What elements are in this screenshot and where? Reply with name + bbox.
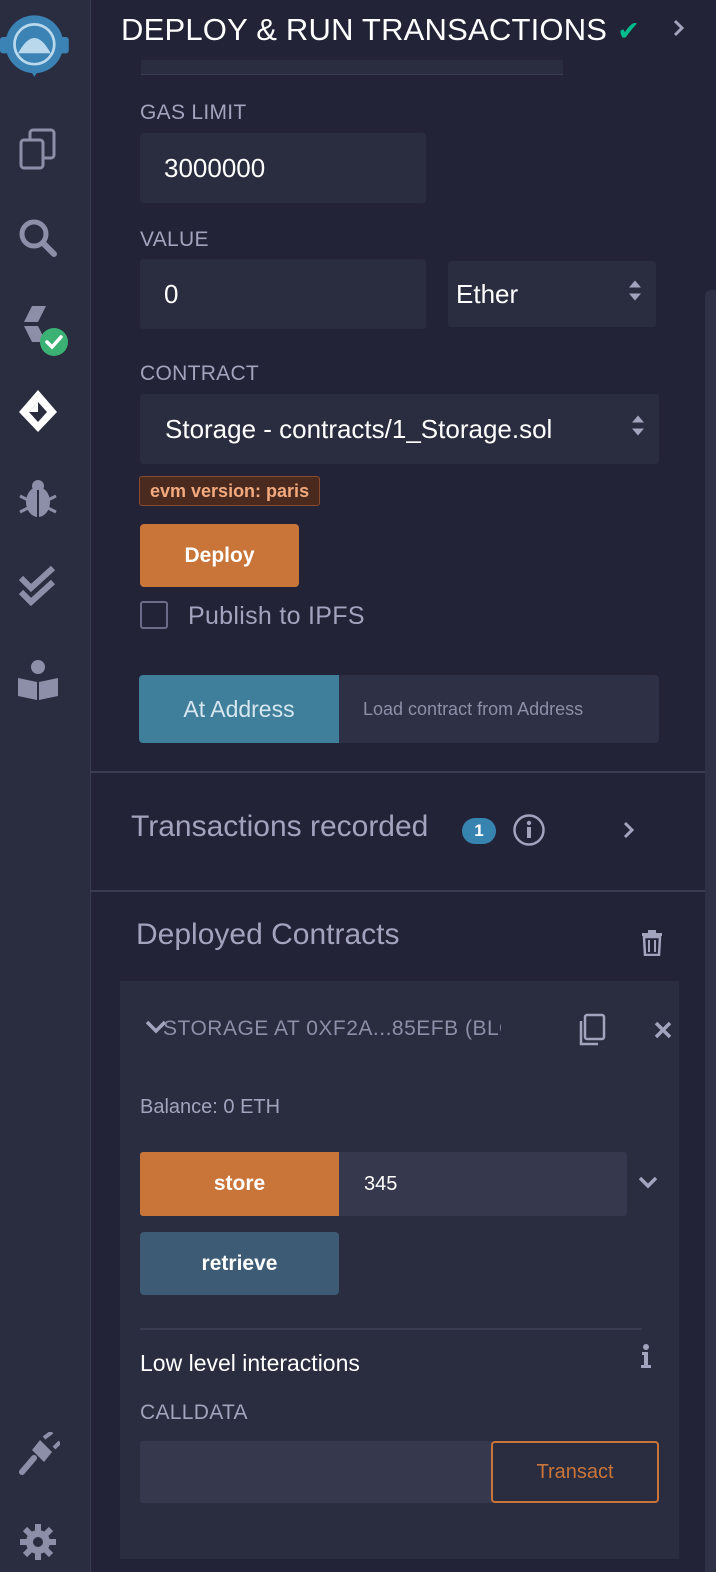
chevron-down-icon[interactable] xyxy=(637,1175,659,1196)
file-explorer-icon[interactable] xyxy=(0,128,76,170)
copy-icon[interactable] xyxy=(576,1013,606,1052)
store-button[interactable]: store xyxy=(140,1152,339,1216)
calldata-label: CALLDATA xyxy=(140,1401,248,1424)
icon-sidebar xyxy=(0,0,91,1572)
value-unit-select[interactable]: Ether xyxy=(448,261,656,327)
account-field-edge xyxy=(141,60,563,75)
deploy-run-panel: DEPLOY & RUN TRANSACTIONS ✔ GAS LIMIT 300… xyxy=(91,0,716,1572)
section-divider xyxy=(91,890,716,892)
chevron-right-icon[interactable] xyxy=(621,818,637,847)
evm-version-badge: evm version: paris xyxy=(139,476,321,506)
transactions-recorded-title[interactable]: Transactions recorded xyxy=(131,810,428,844)
retrieve-button[interactable]: retrieve xyxy=(140,1232,339,1295)
info-icon[interactable] xyxy=(640,1343,652,1374)
low-level-interactions-title: Low level interactions xyxy=(140,1350,360,1376)
value-unit-text: Ether xyxy=(456,278,519,309)
solidity-compiler-icon[interactable] xyxy=(0,300,76,360)
remix-logo-icon[interactable] xyxy=(0,10,76,84)
deploy-run-icon[interactable] xyxy=(0,388,76,434)
contract-instance-title[interactable]: STORAGE AT 0XF2A...85EFB (BLOCKCHAIN) xyxy=(163,1017,501,1041)
settings-gear-icon[interactable] xyxy=(0,1522,76,1562)
at-address-input[interactable]: Load contract from Address xyxy=(339,675,659,743)
value-label: VALUE xyxy=(140,228,209,251)
solidity-unit-testing-icon[interactable] xyxy=(0,566,76,606)
value-input[interactable]: 0 xyxy=(140,259,426,329)
gas-limit-input[interactable]: 3000000 xyxy=(140,133,426,203)
publish-ipfs-checkbox[interactable] xyxy=(140,601,168,629)
card-divider xyxy=(140,1328,642,1330)
deployed-contracts-title: Deployed Contracts xyxy=(136,918,400,951)
at-address-button[interactable]: At Address xyxy=(139,675,339,743)
close-icon[interactable] xyxy=(653,1020,673,1045)
deploy-button[interactable]: Deploy xyxy=(140,524,299,587)
contract-balance: Balance: 0 ETH xyxy=(140,1096,281,1118)
section-divider xyxy=(91,771,716,773)
check-icon: ✔ xyxy=(617,16,641,46)
trash-icon[interactable] xyxy=(641,930,663,961)
learneth-icon[interactable] xyxy=(0,658,76,702)
scrollbar[interactable] xyxy=(705,290,716,1572)
debugger-icon[interactable] xyxy=(0,478,76,520)
info-icon[interactable] xyxy=(512,813,546,852)
contract-label: CONTRACT xyxy=(140,362,260,385)
gas-limit-label: GAS LIMIT xyxy=(140,101,247,124)
contract-select-text: Storage - contracts/1_Storage.sol xyxy=(165,413,553,444)
select-arrows-icon xyxy=(631,413,645,446)
calldata-input[interactable] xyxy=(140,1441,492,1503)
transactions-count-badge: 1 xyxy=(462,818,496,844)
plugin-manager-icon[interactable] xyxy=(0,1432,76,1480)
chevron-right-icon[interactable] xyxy=(671,16,687,45)
panel-title: DEPLOY & RUN TRANSACTIONS ✔ xyxy=(121,12,640,48)
search-icon[interactable] xyxy=(0,218,76,258)
contract-select[interactable]: Storage - contracts/1_Storage.sol xyxy=(140,394,659,464)
select-arrows-icon xyxy=(628,278,642,311)
transact-button[interactable]: Transact xyxy=(491,1441,659,1503)
store-input[interactable]: 345 xyxy=(339,1152,627,1216)
panel-title-text: DEPLOY & RUN TRANSACTIONS xyxy=(121,12,608,47)
publish-ipfs-label: Publish to IPFS xyxy=(188,602,365,630)
